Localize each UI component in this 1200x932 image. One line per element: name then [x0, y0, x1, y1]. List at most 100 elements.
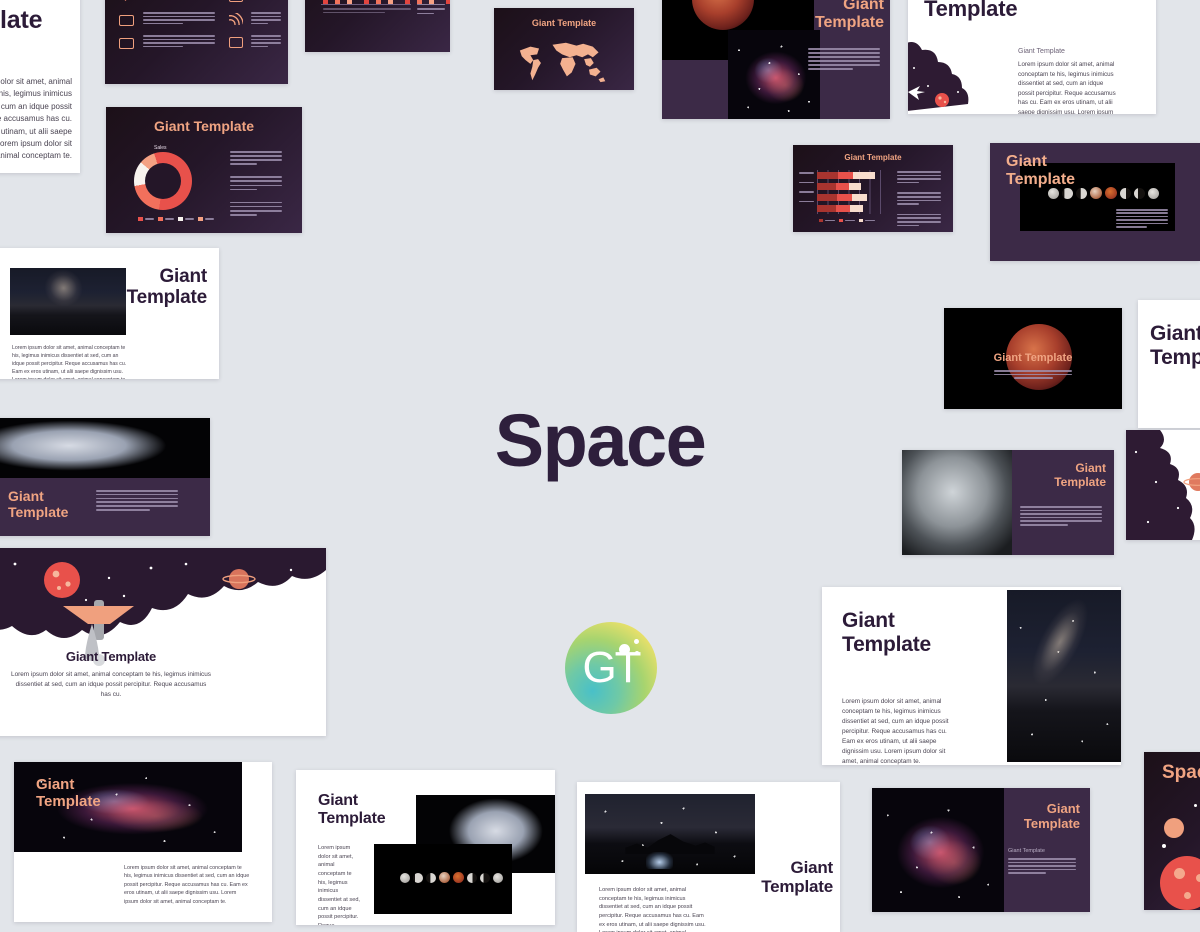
- mountain-night-slide[interactable]: GiantTemplate Lorem ipsum dolor sit amet…: [577, 782, 840, 932]
- horizontal-bar-chart-slide[interactable]: Giant Template: [793, 145, 953, 232]
- legend-item: [138, 217, 154, 221]
- planet-small: [1164, 818, 1184, 838]
- moon-phase: [413, 873, 423, 883]
- slide-title: Giant Template: [793, 153, 953, 162]
- code-window-icon: [119, 38, 134, 49]
- star-dot: [1194, 804, 1197, 807]
- slide-body-lines: [994, 370, 1072, 379]
- giant-template-logo[interactable]: GT: [565, 622, 657, 714]
- slide-body-lines: [1008, 858, 1076, 874]
- milkyway-white-slide[interactable]: GiantTemplate Lorem ipsum dolor sit amet…: [0, 248, 219, 379]
- starfield: [872, 788, 1004, 912]
- bar: [446, 0, 450, 4]
- moon-phase: [453, 872, 464, 883]
- icon-cell[interactable]: [229, 12, 243, 30]
- donut-hole: [145, 163, 181, 199]
- planet-crater: [1196, 874, 1200, 882]
- donut-chart-slide[interactable]: Giant Template Sales: [106, 107, 302, 233]
- slide-title: GiantTemplate: [842, 609, 931, 656]
- legend-item: [198, 217, 214, 221]
- space-planets-right-slide[interactable]: Space: [1144, 752, 1200, 910]
- icon-cell-text: [143, 12, 215, 24]
- blood-moon-nebula-slide[interactable]: GiantTemplate: [662, 0, 890, 119]
- donut-chart: [134, 152, 192, 210]
- moon-phase: [1134, 188, 1145, 199]
- nebula-photo: [872, 788, 1004, 912]
- hbar-row: [817, 205, 863, 212]
- slide-title: GiantTemplate: [1006, 153, 1075, 190]
- moon-phase: [480, 873, 490, 883]
- slide-body-text: Lorem ipsum dolor sit amet, animal conce…: [318, 844, 360, 925]
- nebula-photo: [728, 30, 820, 119]
- moon-phase: [1120, 188, 1131, 199]
- diamond-icon: [119, 0, 132, 1]
- planet-crater: [1174, 868, 1185, 879]
- slide-title: Giant Template: [494, 18, 634, 28]
- moon-phase: [1076, 188, 1087, 199]
- logo-text: GT: [582, 643, 639, 693]
- icon-cell-text: [251, 35, 281, 47]
- moon-phase: [439, 872, 450, 883]
- white-planets-slide[interactable]: GiantTemplate Giant Template Lorem ipsum…: [908, 0, 1156, 114]
- icon-cell-text: [143, 35, 215, 47]
- moon-phase: [1090, 187, 1102, 199]
- icon-cell[interactable]: [229, 35, 243, 53]
- astronaut-phases-slide[interactable]: GiantTemplate Lorem ipsum dolor sit amet…: [296, 770, 555, 925]
- bar-chart-slide[interactable]: [305, 0, 450, 52]
- milkyway-portrait-slide[interactable]: GiantTemplate Lorem ipsum dolor sit amet…: [822, 587, 1121, 765]
- milkyway-photo: [1007, 590, 1121, 762]
- moon-phase: [467, 873, 477, 883]
- icon-cell[interactable]: [119, 0, 132, 1]
- legend-item: [158, 217, 174, 221]
- hbar-row: [817, 172, 875, 179]
- donut-side-text: [230, 151, 282, 216]
- slide-title: Giant Template: [106, 118, 302, 134]
- moon-phase: [1105, 187, 1117, 199]
- icon-cell-text: [251, 12, 281, 24]
- moon-phase: [1148, 188, 1159, 199]
- icon-cell[interactable]: [229, 0, 243, 7]
- slide-body-lines: [1020, 506, 1102, 526]
- rocket-illustration-slide[interactable]: Giant Template Lorem ipsum dolor sit ame…: [0, 548, 326, 736]
- white-title-slide[interactable]: GiantTemplate Lorem ipsum dolor sit amet…: [0, 0, 80, 173]
- moon-phases-panel: [374, 844, 512, 914]
- battery-icon: [229, 0, 243, 2]
- hbar-plot: [817, 170, 881, 214]
- window-icon: [119, 15, 134, 26]
- moon-phases-slide[interactable]: GiantTemplate: [990, 143, 1200, 261]
- hbar-side-text: [897, 171, 941, 226]
- slide-title: GiantTemplate: [0, 0, 42, 34]
- world-map-slide[interactable]: Giant Template: [494, 8, 634, 90]
- logo-dot-small: [635, 651, 639, 655]
- bar-chart-side-text: [417, 0, 445, 14]
- blood-moon-slide[interactable]: Giant Template: [944, 308, 1122, 409]
- slide-sub-label: Giant Template: [1008, 848, 1045, 854]
- hbar-category-labels: [799, 172, 814, 202]
- donut-legend: [138, 217, 214, 221]
- star-dot: [1162, 844, 1166, 848]
- chart-label: Sales: [154, 145, 167, 151]
- slide-body-text: Lorem ipsum dolor sit amet, animal conce…: [0, 76, 72, 163]
- legend-item: [839, 219, 855, 222]
- slide-title: Space: [1162, 762, 1200, 784]
- slide-body-lines: [808, 48, 880, 70]
- hbar-legend: [819, 219, 875, 222]
- moon-phase: [400, 873, 410, 883]
- slide-title: GiantTemplate: [36, 776, 101, 811]
- legend-item: [819, 219, 835, 222]
- wifi-icon: [229, 13, 243, 25]
- legend-item: [859, 219, 875, 222]
- icon-cell[interactable]: [119, 36, 134, 54]
- share-screen-icon: [229, 37, 243, 48]
- slide-title: Giant Template: [944, 352, 1122, 365]
- icon-cell[interactable]: [119, 13, 134, 31]
- moon-phase: [493, 873, 503, 883]
- moon-image: [692, 0, 754, 30]
- page-title: Space: [0, 398, 1200, 483]
- orion-plum-slide[interactable]: GiantTemplate Giant Template: [872, 788, 1090, 912]
- icon-grid-slide[interactable]: [105, 0, 288, 84]
- bar-chart-axis: [321, 4, 411, 5]
- slide-title: GiantTemplate: [8, 488, 68, 520]
- slide-title: Giant Template: [0, 650, 326, 665]
- orion-nebula-slide[interactable]: GiantTemplate Lorem ipsum dolor sit amet…: [14, 762, 272, 922]
